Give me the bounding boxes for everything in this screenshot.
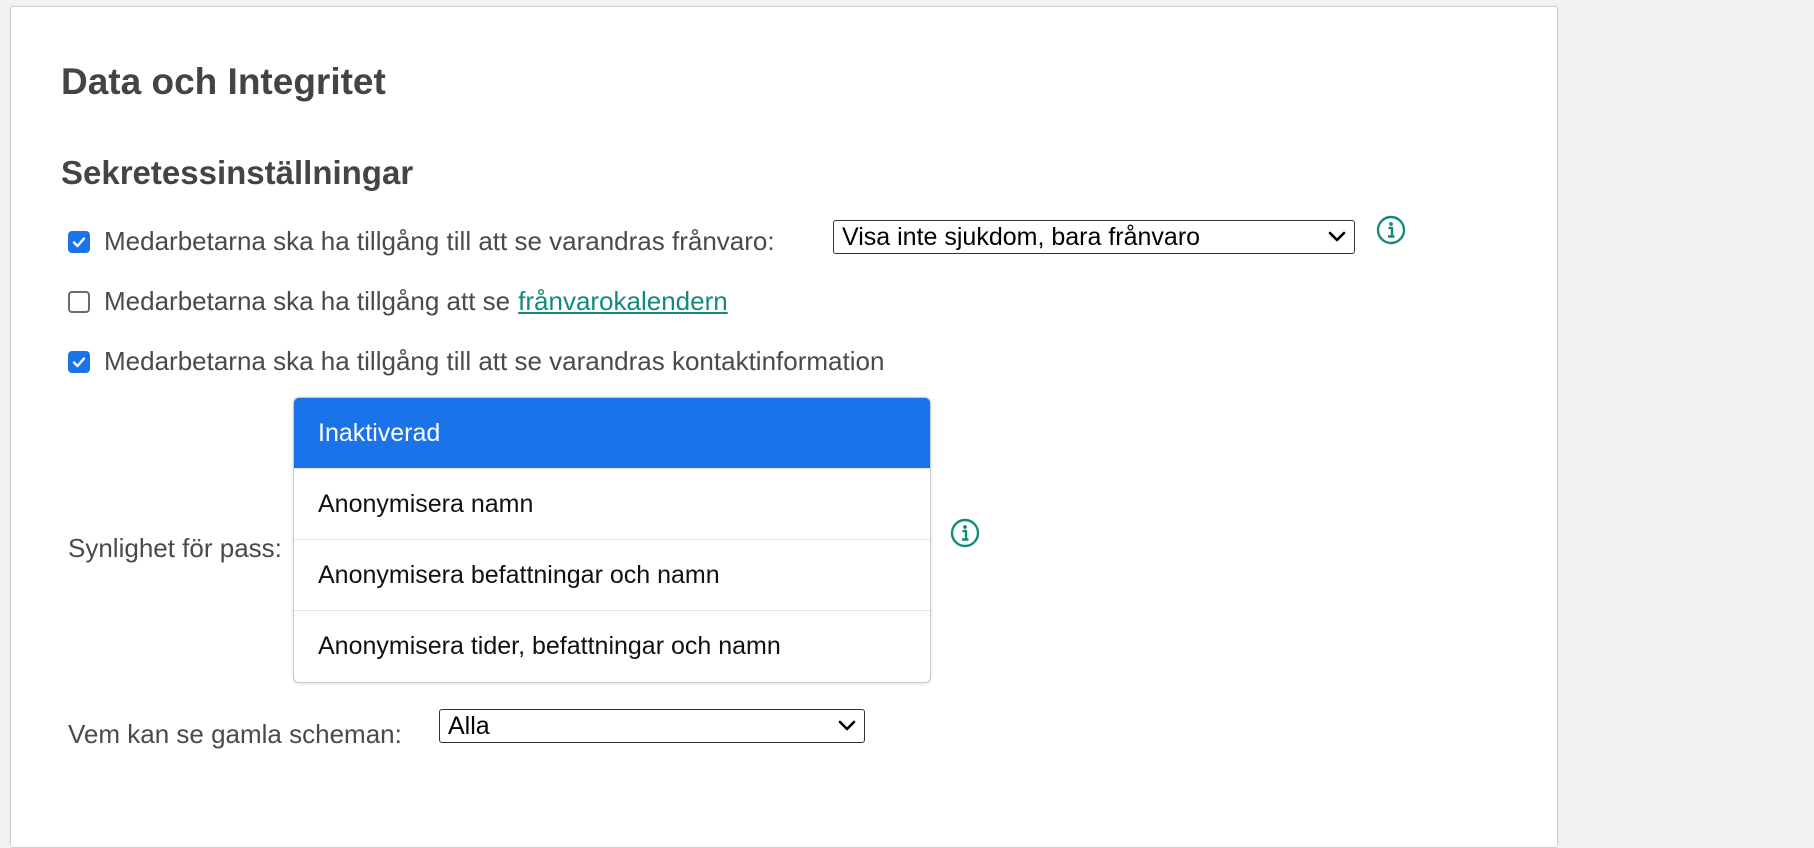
contact-info-checkbox[interactable]: [68, 350, 90, 373]
old-schedules-label: Vem kan se gamla scheman:: [68, 719, 402, 749]
dropdown-option[interactable]: Anonymisera namn: [294, 469, 930, 540]
contact-info-label: Medarbetarna ska ha tillgång till att se…: [104, 346, 885, 376]
chevron-down-icon: [1328, 231, 1346, 242]
contact-info-row: Medarbetarna ska ha tillgång till att se…: [68, 346, 884, 377]
absence-visibility-checkbox[interactable]: [68, 230, 90, 253]
absence-visibility-label: Medarbetarna ska ha tillgång till att se…: [104, 226, 775, 256]
absence-calendar-row: Medarbetarna ska ha tillgång att se från…: [68, 286, 728, 317]
checkmark-icon: [72, 236, 86, 247]
absence-calendar-label: Medarbetarna ska ha tillgång att se: [104, 286, 511, 316]
absence-visibility-row: Medarbetarna ska ha tillgång till att se…: [68, 226, 775, 257]
old-schedules-select-value: Alla: [448, 711, 490, 740]
shift-visibility-dropdown[interactable]: Inaktiverad Anonymisera namn Anonymisera…: [293, 397, 931, 683]
shift-visibility-label: Synlighet för pass:: [68, 533, 282, 563]
absence-visibility-select[interactable]: Visa inte sjukdom, bara frånvaro: [833, 220, 1355, 254]
section-title: Sekretessinställningar: [61, 154, 414, 191]
chevron-down-icon: [838, 720, 856, 731]
absence-calendar-checkbox[interactable]: [68, 290, 90, 313]
page-title: Data och Integritet: [61, 61, 386, 102]
checkmark-icon: [72, 356, 86, 367]
info-circle-icon[interactable]: [1376, 215, 1406, 245]
absence-calendar-link[interactable]: frånvarokalendern: [518, 286, 728, 317]
dropdown-option[interactable]: Anonymisera befattningar och namn: [294, 540, 930, 611]
dropdown-option[interactable]: Anonymisera tider, befattningar och namn: [294, 611, 930, 682]
info-circle-icon[interactable]: [950, 518, 980, 548]
dropdown-option[interactable]: Inaktiverad: [294, 398, 930, 469]
old-schedules-select[interactable]: Alla: [439, 709, 865, 743]
absence-visibility-select-value: Visa inte sjukdom, bara frånvaro: [842, 222, 1201, 251]
